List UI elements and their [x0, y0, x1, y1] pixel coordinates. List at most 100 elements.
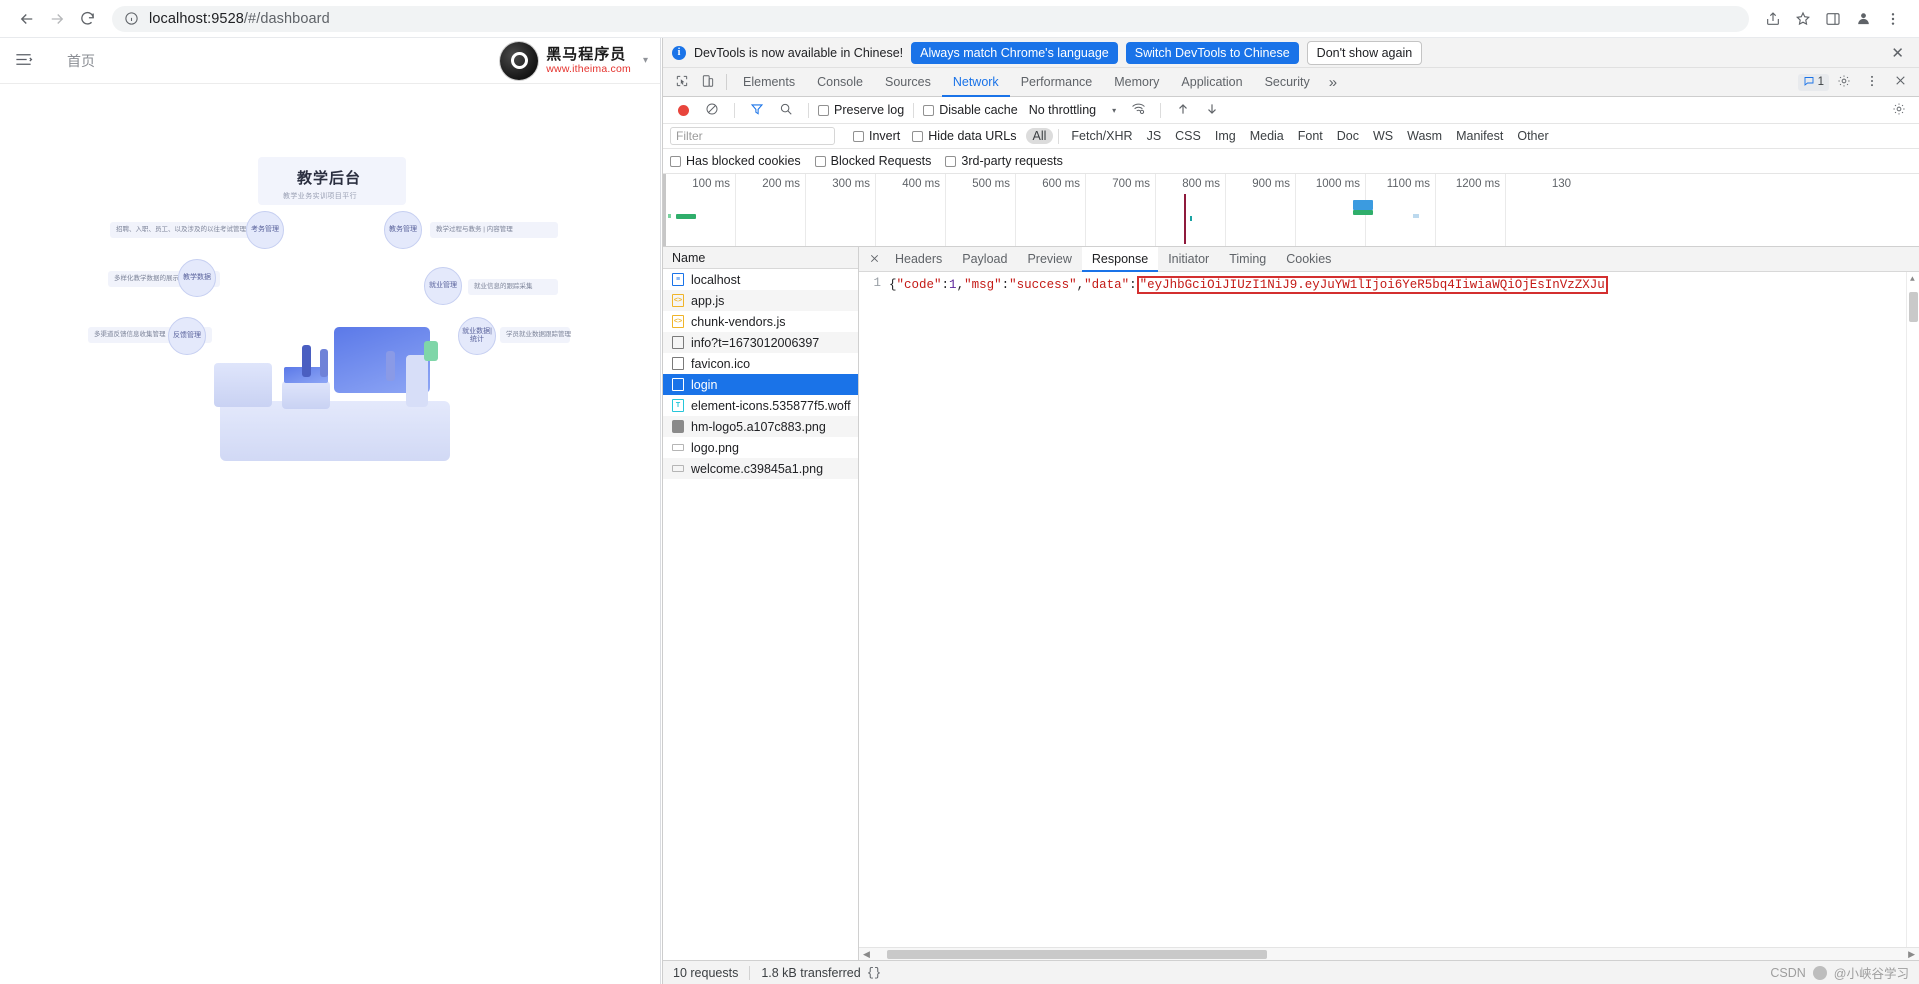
back-button[interactable]: [12, 4, 42, 34]
pretty-print-button[interactable]: {}: [863, 963, 885, 983]
detail-tab-payload[interactable]: Payload: [952, 247, 1017, 272]
timeline-request-bar: [676, 214, 696, 219]
filter-toggle-button[interactable]: [744, 98, 770, 122]
detail-tab-headers[interactable]: Headers: [885, 247, 952, 272]
filter-type-all[interactable]: All: [1026, 128, 1054, 144]
chevron-down-icon[interactable]: ▾: [643, 55, 648, 66]
url-host: localhost:9528: [149, 11, 244, 27]
filter-type-fetch-xhr[interactable]: Fetch/XHR: [1064, 128, 1139, 144]
tab-performance[interactable]: Performance: [1010, 68, 1104, 97]
browser-menu-button[interactable]: [1879, 5, 1907, 33]
hide-data-urls-checkbox[interactable]: Hide data URLs: [912, 129, 1016, 143]
devtools-more-button[interactable]: [1859, 70, 1885, 94]
filter-type-doc[interactable]: Doc: [1330, 128, 1366, 144]
always-match-language-button[interactable]: Always match Chrome's language: [911, 42, 1118, 64]
scroll-up-arrow-icon[interactable]: ▲: [1910, 275, 1915, 284]
filter-type-manifest[interactable]: Manifest: [1449, 128, 1510, 144]
brand-website: www.itheima.com: [546, 63, 631, 75]
scrollbar-thumb[interactable]: [887, 950, 1267, 959]
clear-network-log-button[interactable]: [699, 98, 725, 122]
detail-tab-initiator[interactable]: Initiator: [1158, 247, 1219, 272]
filter-type-img[interactable]: Img: [1208, 128, 1243, 144]
filter-type-ws[interactable]: WS: [1366, 128, 1400, 144]
address-bar[interactable]: localhost:9528/#/dashboard: [112, 6, 1749, 32]
filter-type-wasm[interactable]: Wasm: [1400, 128, 1449, 144]
network-search-button[interactable]: [773, 98, 799, 122]
filter-type-css[interactable]: CSS: [1168, 128, 1208, 144]
invert-checkbox[interactable]: Invert: [853, 129, 900, 143]
timeline-request-bar: [1190, 216, 1192, 221]
devtools-settings-button[interactable]: [1831, 70, 1857, 94]
table-row[interactable]: logo.png: [663, 437, 858, 458]
devtools-close-button[interactable]: [1887, 70, 1913, 94]
disable-cache-checkbox[interactable]: Disable cache: [923, 103, 1018, 117]
network-overview-timeline[interactable]: 100 ms 200 ms 300 ms 400 ms 500 ms 600 m…: [663, 174, 1919, 247]
profile-button[interactable]: [1849, 5, 1877, 33]
table-row[interactable]: <> app.js: [663, 290, 858, 311]
tabs-overflow-button[interactable]: »: [1321, 68, 1345, 97]
tab-application[interactable]: Application: [1170, 68, 1253, 97]
throttling-select[interactable]: No throttling ▾: [1029, 103, 1116, 117]
illustration-node: 反馈管理: [168, 317, 206, 355]
filter-type-font[interactable]: Font: [1291, 128, 1330, 144]
illustration-scene: [210, 289, 460, 469]
switch-devtools-language-button[interactable]: Switch DevTools to Chinese: [1126, 42, 1299, 64]
table-row[interactable]: T element-icons.535877f5.woff: [663, 395, 858, 416]
table-row[interactable]: hm-logo5.a107c883.png: [663, 416, 858, 437]
tab-console[interactable]: Console: [806, 68, 874, 97]
detail-tab-preview[interactable]: Preview: [1017, 247, 1081, 272]
filter-type-media[interactable]: Media: [1243, 128, 1291, 144]
network-conditions-button[interactable]: [1125, 98, 1151, 122]
record-button[interactable]: [670, 98, 696, 122]
third-party-requests-checkbox[interactable]: 3rd-party requests: [945, 154, 1062, 168]
table-row[interactable]: login: [663, 374, 858, 395]
star-icon: [1795, 11, 1811, 27]
has-blocked-cookies-checkbox[interactable]: Has blocked cookies: [670, 154, 801, 168]
sidebar-toggle-button[interactable]: [14, 50, 33, 72]
breadcrumb[interactable]: 首页: [67, 51, 95, 71]
detail-tab-response[interactable]: Response: [1082, 247, 1158, 272]
device-toolbar-button[interactable]: [695, 70, 721, 94]
response-horizontal-scrollbar[interactable]: ◀ ▶: [859, 947, 1919, 960]
share-button[interactable]: [1759, 5, 1787, 33]
banner-close-icon[interactable]: ✕: [1885, 44, 1910, 62]
forward-button[interactable]: [42, 4, 72, 34]
scroll-right-arrow-icon[interactable]: ▶: [1908, 949, 1915, 960]
filter-type-js[interactable]: JS: [1140, 128, 1169, 144]
scrollbar-thumb[interactable]: [1909, 292, 1918, 322]
detail-tab-cookies[interactable]: Cookies: [1276, 247, 1341, 272]
scroll-left-arrow-icon[interactable]: ◀: [863, 949, 870, 960]
detail-tab-timing[interactable]: Timing: [1219, 247, 1276, 272]
detail-close-button[interactable]: [863, 248, 885, 270]
bookmark-button[interactable]: [1789, 5, 1817, 33]
filter-input[interactable]: [670, 127, 835, 145]
info-circle-icon[interactable]: [124, 11, 139, 26]
preserve-log-checkbox[interactable]: Preserve log: [818, 103, 904, 117]
table-row[interactable]: welcome.c39845a1.png: [663, 458, 858, 479]
tab-security[interactable]: Security: [1254, 68, 1321, 97]
filter-type-other[interactable]: Other: [1510, 128, 1555, 144]
blocked-requests-label: Blocked Requests: [831, 154, 932, 168]
response-vertical-scrollbar[interactable]: ▲: [1906, 272, 1919, 947]
table-row[interactable]: info?t=1673012006397: [663, 332, 858, 353]
network-settings-button[interactable]: [1886, 98, 1912, 122]
tab-sources[interactable]: Sources: [874, 68, 942, 97]
request-list-column-header[interactable]: Name: [663, 247, 858, 269]
export-har-button[interactable]: [1199, 98, 1225, 122]
import-har-button[interactable]: [1170, 98, 1196, 122]
console-message-count[interactable]: 1: [1798, 74, 1829, 91]
response-body-viewer[interactable]: 1 {"code":1,"msg":"success","data":"eyJh…: [859, 272, 1919, 947]
chevron-down-icon: ▾: [1112, 106, 1116, 115]
table-row[interactable]: <> chunk-vendors.js: [663, 311, 858, 332]
tab-memory[interactable]: Memory: [1103, 68, 1170, 97]
dont-show-again-button[interactable]: Don't show again: [1307, 41, 1423, 65]
blocked-requests-checkbox[interactable]: Blocked Requests: [815, 154, 932, 168]
tab-elements[interactable]: Elements: [732, 68, 806, 97]
tab-network[interactable]: Network: [942, 68, 1010, 97]
side-panel-button[interactable]: [1819, 5, 1847, 33]
table-row[interactable]: ≡ localhost: [663, 269, 858, 290]
reload-button[interactable]: [72, 4, 102, 34]
inspect-element-button[interactable]: [669, 70, 695, 94]
table-row[interactable]: favicon.ico: [663, 353, 858, 374]
divider: [1160, 103, 1161, 118]
